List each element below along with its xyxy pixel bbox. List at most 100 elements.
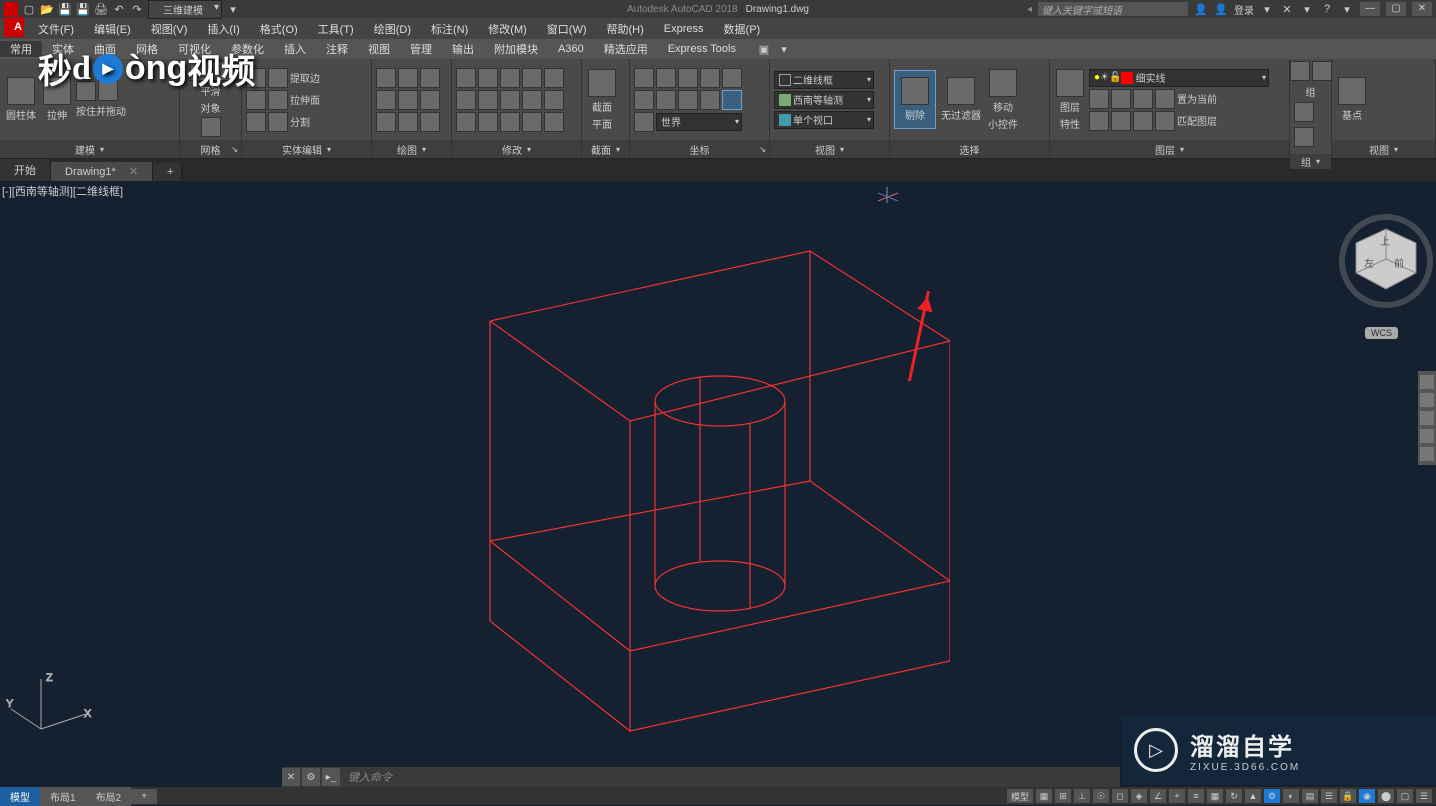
group-edit-icon[interactable] [1294,102,1314,122]
panel-section-expand-icon[interactable] [614,144,620,155]
dropdown-icon[interactable]: ▾ [1260,2,1274,16]
tab-layout2[interactable]: 布局2 [86,787,132,806]
mesh-icon[interactable] [201,117,221,137]
tab-insert[interactable]: 插入 [274,41,316,57]
tab-manage[interactable]: 管理 [400,41,442,57]
status-am-icon[interactable]: ◐ [1283,789,1299,803]
status-model[interactable]: 模型 [1007,789,1033,803]
tab-output[interactable]: 输出 [442,41,484,57]
menu-express[interactable]: Express [654,23,714,35]
undo-icon[interactable]: ↶ [112,2,126,16]
menu-edit[interactable]: 编辑(E) [84,21,141,37]
menu-help[interactable]: 帮助(H) [597,21,654,37]
status-3dosnap-icon[interactable]: ◈ [1131,789,1147,803]
visual-style-select[interactable]: 二维线框 [774,71,874,89]
help-dropdown-icon[interactable]: ▾ [1340,2,1354,16]
save-icon[interactable]: 💾 [58,2,72,16]
layer-unlock-icon[interactable] [1155,111,1175,131]
plot-icon[interactable]: 🖨 [94,2,108,16]
extract-edges-label[interactable]: 提取边 [290,70,320,85]
move-icon[interactable] [456,68,476,88]
qat-dropdown-icon[interactable]: ▾ [226,2,240,16]
doctab-close-icon[interactable]: ✕ [129,166,138,178]
panel-modify-expand-icon[interactable] [525,144,531,155]
close-button[interactable]: ✕ [1412,2,1432,16]
tab-home[interactable]: 常用 [0,41,42,57]
status-ws-icon[interactable]: ⚙ [1264,789,1280,803]
make-current-label[interactable]: 置为当前 [1177,91,1217,106]
viewcube[interactable]: 上 左 前 [1336,211,1416,301]
status-annotation-icon[interactable]: ▲ [1245,789,1261,803]
nav-zoom-icon[interactable] [1420,411,1434,425]
culling-button[interactable]: 剔除 [894,70,936,129]
ucs-world-select[interactable]: 世界 [656,113,742,131]
presspull-label[interactable]: 按住并拖动 [76,103,126,118]
status-osnap-icon[interactable]: ◻ [1112,789,1128,803]
panel-layer-expand-icon[interactable] [1178,144,1184,155]
line-icon[interactable] [376,90,396,110]
maximize-button[interactable]: ▢ [1386,2,1406,16]
layer-iso-icon[interactable] [1089,89,1109,109]
redo-icon[interactable]: ↷ [130,2,144,16]
autocad-app-icon[interactable] [4,2,18,16]
tab-expresstools[interactable]: Express Tools [658,43,746,55]
slice-icon[interactable] [268,112,288,132]
copy-icon[interactable] [456,90,476,110]
new-icon[interactable]: ▢ [22,2,36,16]
menu-dimension[interactable]: 标注(N) [421,21,478,37]
menu-file[interactable]: 文件(F) [28,21,84,37]
panel-baseview-expand-icon[interactable] [1392,144,1398,155]
3drotate-icon[interactable] [544,90,564,110]
doctab-add-button[interactable]: + [153,163,182,181]
tab-add[interactable]: + [131,789,157,804]
ucs-icon-4[interactable] [700,68,720,88]
ucs-icon-2[interactable] [656,68,676,88]
trim-icon[interactable] [500,68,520,88]
exchange-icon[interactable]: ✕ [1280,2,1294,16]
ellipse-icon[interactable] [398,112,418,132]
signin-icon[interactable]: 👤 [1194,2,1208,16]
status-custom-icon[interactable]: ☰ [1416,789,1432,803]
layer-lock-btn-icon[interactable] [1155,89,1175,109]
intersect-icon[interactable] [246,112,266,132]
search-input[interactable]: 键入关键字或短语 [1038,2,1188,16]
search-chevron-icon[interactable]: ◂ [1027,4,1032,15]
viewport-label[interactable]: [-][西南等轴测][二维线框] [2,183,123,199]
extract-edges-icon[interactable] [268,68,288,88]
ucs-icon-10[interactable] [634,112,654,132]
status-grid-icon[interactable]: ▦ [1036,789,1052,803]
tab-view[interactable]: 视图 [358,41,400,57]
viewport-config-select[interactable]: 单个视口 [774,111,874,129]
ucs-icon-5[interactable] [722,68,742,88]
panel-modeling-expand-icon[interactable] [98,144,104,155]
3dalign-icon[interactable] [544,112,564,132]
menu-insert[interactable]: 插入(I) [197,21,249,37]
ucs-icon[interactable]: Z X Y [6,669,96,752]
erase-icon[interactable] [522,68,542,88]
wcs-badge[interactable]: WCS [1365,327,1398,339]
status-polar-icon[interactable]: ☉ [1093,789,1109,803]
menu-view[interactable]: 视图(V) [141,21,198,37]
extrude-face-label[interactable]: 拉伸面 [290,92,320,107]
match-layer-label[interactable]: 匹配图层 [1177,113,1217,128]
menu-data[interactable]: 数据(P) [714,21,771,37]
stretch-icon[interactable] [456,112,476,132]
cmd-options-icon[interactable]: ⚙ [302,768,320,786]
section-plane-button[interactable]: 截面平面 [586,68,618,132]
user-icon[interactable]: 👤 [1214,2,1228,16]
spline-icon[interactable] [376,112,396,132]
workspace-select[interactable]: 三维建模 [148,0,222,19]
layer-select[interactable]: ●☀🔓细实线 [1089,69,1269,87]
status-qp-icon[interactable]: ☰ [1321,789,1337,803]
menu-modify[interactable]: 修改(M) [478,21,537,37]
move-gizmo-button[interactable]: 移动小控件 [986,68,1020,132]
panel-mesh-launcher-icon[interactable]: ↘ [231,145,238,154]
ucs-icon-8[interactable] [678,90,698,110]
status-isolate-icon[interactable]: ◉ [1359,789,1375,803]
rectangle-icon[interactable] [398,68,418,88]
menu-tools[interactable]: 工具(T) [308,21,364,37]
explode-icon[interactable] [522,90,542,110]
nav-orbit-icon[interactable] [1420,429,1434,443]
tab-annotate[interactable]: 注释 [316,41,358,57]
cmd-close-icon[interactable]: ✕ [282,768,300,786]
